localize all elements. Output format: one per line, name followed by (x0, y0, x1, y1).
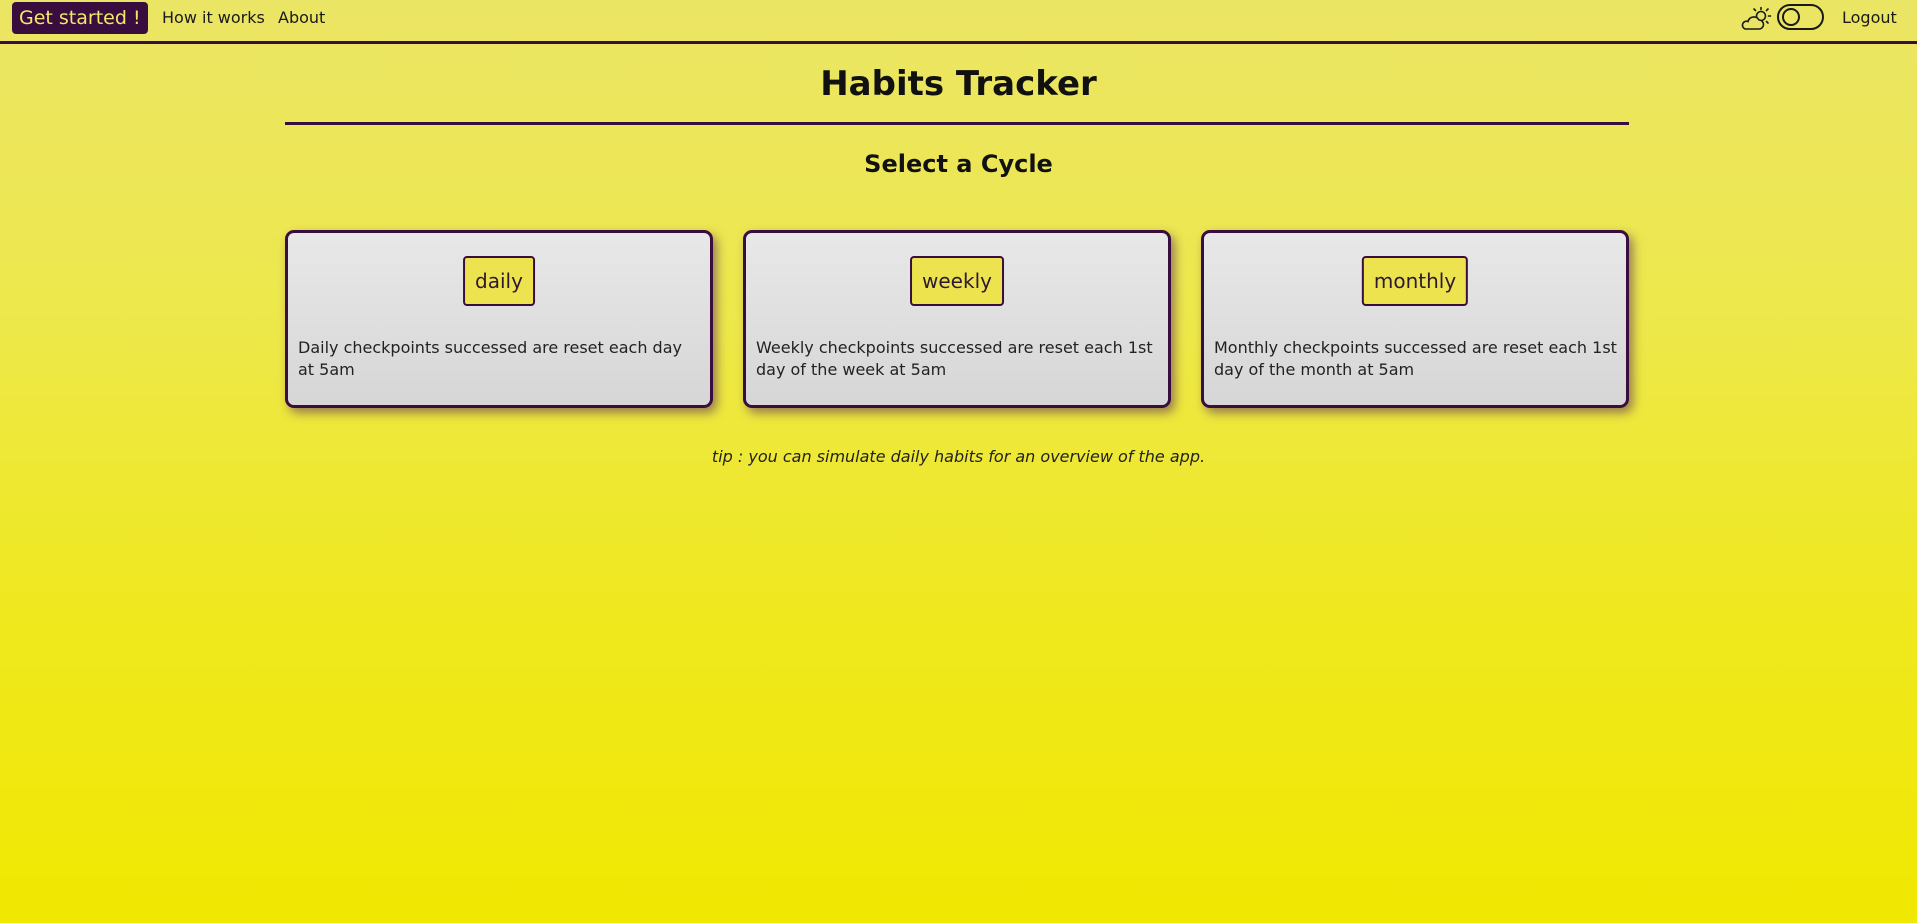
daily-cycle-description: Daily checkpoints successed are reset ea… (298, 338, 682, 379)
cycle-card-daily: daily Daily checkpoints successed are re… (285, 230, 713, 408)
daily-cycle-button[interactable]: daily (463, 256, 535, 306)
toggle-knob (1782, 8, 1800, 26)
logout-link[interactable]: Logout (1842, 8, 1897, 27)
top-navbar: Get started ! How it works About Logout (0, 0, 1917, 44)
title-divider (285, 122, 1629, 125)
weekly-cycle-description: Weekly checkpoints successed are reset e… (756, 338, 1153, 379)
monthly-cycle-description: Monthly checkpoints successed are reset … (1214, 338, 1617, 379)
monthly-cycle-button[interactable]: monthly (1361, 256, 1469, 306)
theme-toggle[interactable] (1777, 4, 1824, 30)
weekly-cycle-button[interactable]: weekly (910, 256, 1004, 306)
get-started-button[interactable]: Get started ! (12, 2, 148, 34)
page-title: Habits Tracker (820, 64, 1097, 104)
tip-text: tip : you can simulate daily habits for … (711, 447, 1206, 466)
cycle-card-monthly: monthly Monthly checkpoints successed ar… (1201, 230, 1629, 408)
cycle-card-weekly: weekly Weekly checkpoints successed are … (743, 230, 1171, 408)
how-it-works-link[interactable]: How it works (162, 8, 265, 27)
select-cycle-heading: Select a Cycle (864, 150, 1053, 178)
cloud-sun-icon (1741, 6, 1772, 30)
about-link[interactable]: About (278, 8, 325, 27)
cycle-cards: daily Daily checkpoints successed are re… (285, 230, 1629, 408)
